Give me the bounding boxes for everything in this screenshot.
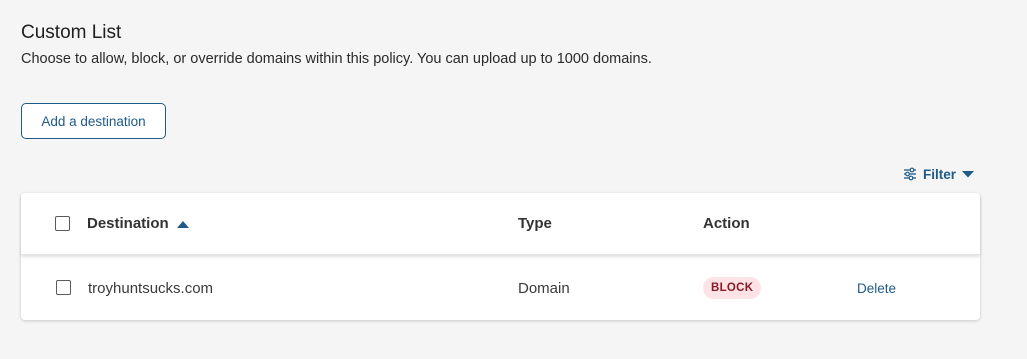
row-destination: troyhuntsucks.com <box>88 280 214 297</box>
add-destination-button[interactable]: Add a destination <box>21 103 166 139</box>
delete-link[interactable]: Delete <box>857 281 896 296</box>
sort-ascending-icon[interactable] <box>177 221 189 228</box>
caret-down-icon <box>962 170 975 178</box>
filter-button[interactable]: Filter <box>903 165 975 183</box>
custom-list-table: Destination Type Action troyhuntsucks.co… <box>21 193 980 320</box>
row-type: Domain <box>518 280 570 297</box>
page-description: Choose to allow, block, or override doma… <box>21 51 652 67</box>
page-title: Custom List <box>21 22 122 43</box>
table-header: Destination Type Action <box>21 193 980 255</box>
column-header-destination[interactable]: Destination <box>87 215 169 232</box>
sliders-icon <box>903 167 917 181</box>
column-header-action: Action <box>703 215 750 232</box>
column-header-type: Type <box>518 215 552 232</box>
filter-label: Filter <box>923 166 957 182</box>
select-all-checkbox[interactable] <box>55 216 70 231</box>
row-checkbox[interactable] <box>56 280 71 295</box>
action-badge: BLOCK <box>703 277 762 299</box>
